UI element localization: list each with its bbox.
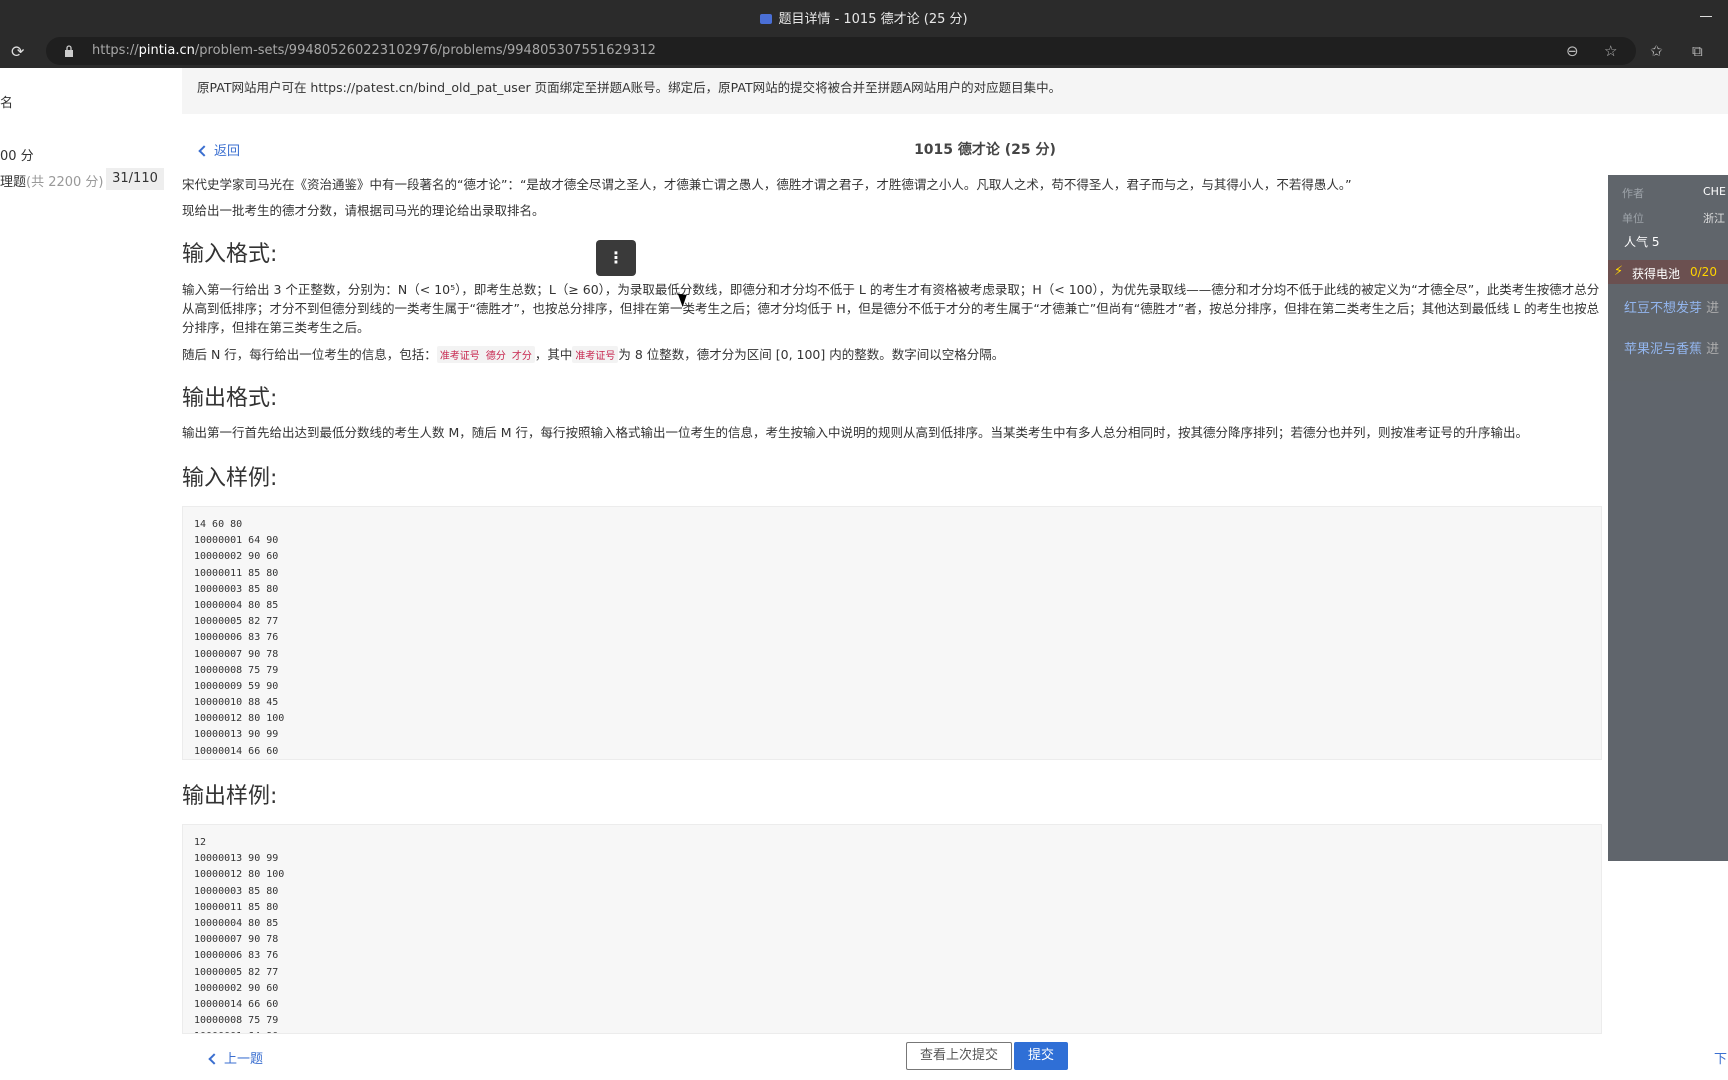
input-format-paragraph: 输入第一行给出 3 个正整数，分别为：N（< 10⁵），即考生总数；L（≥ 60…: [182, 282, 1600, 335]
user-link-2[interactable]: 苹果泥与香蕉 进: [1624, 338, 1719, 357]
code-line: 10000007 90 78: [194, 934, 279, 946]
code-line: 10000014 66 60: [194, 998, 279, 1010]
problem-set-item[interactable]: 理题(共 2200 分): [0, 171, 104, 190]
progress-badge: 31/110: [106, 168, 164, 190]
unit-label: 单位: [1622, 212, 1644, 225]
input-format-paragraph-2: 随后 N 行，每行给出一位考生的信息，包括： 准考证号 德分 才分 ，其中 准考证号为…: [182, 346, 1005, 363]
rank-label: 名: [0, 96, 14, 111]
battery-value: 0/20: [1690, 265, 1717, 279]
code-line: 10000004 80 85: [194, 917, 279, 929]
notice-banner: 原PAT网站用户可在 https://patest.cn/bind_old_pa…: [182, 68, 1728, 114]
sample-input-block[interactable]: 14 60 80 10000001 64 90 10000002 90 60 1000…: [182, 506, 1602, 760]
battery-reward[interactable]: ⚡ 获得电池 0/20: [1608, 260, 1728, 284]
collections-icon[interactable]: ⧉: [1692, 42, 1703, 60]
chevron-left-icon: [208, 1053, 220, 1065]
more-options-icon[interactable]: ⋮: [596, 240, 636, 276]
problems-label: 理题: [0, 175, 27, 190]
code-line: 10000006 83 76: [194, 632, 279, 644]
code-line: 10000001 64 90: [194, 535, 279, 547]
window-title: 题目详情 - 1015 德才论 (25 分): [0, 8, 1728, 27]
intro-paragraph-2: 现给出一批考生的德才分数，请根据司马光的理论给出录取排名。: [182, 203, 545, 218]
code-line: 10000002 90 60: [194, 551, 279, 563]
chevron-left-icon: [198, 145, 210, 157]
code-line: 10000013 90 99: [194, 853, 279, 865]
favorites-icon[interactable]: ✩: [1650, 42, 1663, 60]
code-line: 10000008 75 79: [194, 1015, 279, 1027]
sample-output-block[interactable]: 12 10000013 90 99 10000012 80 100 10000003 …: [182, 824, 1602, 1034]
code-line: 10000012 80 100: [194, 713, 285, 725]
code-line: 10000014 66 60: [194, 745, 279, 757]
inline-code: 准考证号: [572, 346, 619, 363]
code-line: 10000010 88 45: [194, 697, 279, 709]
zoom-out-icon[interactable]: ⊖: [1566, 42, 1579, 60]
code-line: 10000004 80 85: [194, 599, 279, 611]
prev-label: 上一题: [224, 1052, 264, 1067]
previous-problem-link[interactable]: 上一题: [208, 1048, 264, 1067]
lightning-icon: ⚡: [1614, 264, 1624, 279]
url-text[interactable]: https://pintia.cn/problem-sets/994805260…: [92, 43, 656, 58]
add-favorite-icon[interactable]: ☆: [1604, 42, 1617, 60]
user-link-1[interactable]: 红豆不想发芽 进: [1624, 297, 1719, 316]
code-line: 10000012 80 100: [194, 869, 285, 881]
problems-total: (共 2200 分): [26, 175, 104, 190]
problem-title: 1015 德才论 (25 分): [914, 142, 1056, 158]
code-line: 12: [194, 837, 207, 848]
notice-text: 原PAT网站用户可在 https://patest.cn/bind_old_pa…: [197, 80, 1062, 95]
code-line: 10000003 85 80: [194, 583, 279, 595]
lock-icon: [65, 45, 73, 57]
output-format-heading: 输出格式:: [182, 386, 278, 411]
code-line: 10000003 85 80: [194, 885, 279, 897]
code-line: 10000013 90 99: [194, 729, 279, 741]
code-line: 10000009 59 90: [194, 680, 279, 692]
refresh-icon[interactable]: ⟳: [11, 42, 29, 61]
sample-input-heading: 输入样例:: [182, 466, 278, 491]
view-last-submission-button[interactable]: 查看上次提交: [906, 1042, 1012, 1070]
back-link[interactable]: 返回: [198, 140, 241, 159]
code-line: 10000002 90 60: [194, 982, 279, 994]
code-line: 10000006 83 76: [194, 950, 279, 962]
minimize-icon[interactable]: [1700, 16, 1712, 17]
browser-title-bar: 题目详情 - 1015 德才论 (25 分): [0, 0, 1728, 34]
output-format-paragraph: 输出第一行首先给出达到最低分数线的考生人数 M，随后 M 行，每行按照输入格式输…: [182, 425, 1528, 440]
code-line: 10000008 75 79: [194, 664, 279, 676]
tab-title: 题目详情 - 1015 德才论 (25 分): [778, 12, 968, 27]
sample-output-heading: 输出样例:: [182, 784, 278, 809]
submit-button[interactable]: 提交: [1014, 1042, 1068, 1070]
code-line: 10000011 85 80: [194, 567, 279, 579]
battery-label: 获得电池: [1632, 267, 1681, 281]
intro-paragraph-1: 宋代史学家司马光在《资治通鉴》中有一段著名的“德才论”：“是故才德全尽谓之圣人，…: [182, 177, 1352, 192]
code-line: 10000005 82 77: [194, 966, 279, 978]
popularity: 人气 5: [1624, 235, 1660, 249]
code-line: 10000011 85 80: [194, 901, 279, 913]
author-value: CHE: [1703, 185, 1726, 198]
unit-value: 浙江: [1703, 212, 1725, 225]
input-format-heading: 输入格式:: [182, 242, 278, 267]
next-problem-link[interactable]: 下: [1714, 1048, 1727, 1067]
score-text: 00 分: [0, 149, 34, 164]
left-sidebar: 名 00 分 理题(共 2200 分): [0, 68, 168, 1068]
site-favicon-icon: [760, 14, 773, 24]
code-line: 14 60 80: [194, 519, 243, 530]
code-line: 10000007 90 78: [194, 648, 279, 660]
inline-code: 准考证号 德分 才分: [436, 346, 535, 363]
author-label: 作者: [1622, 187, 1644, 200]
back-label: 返回: [214, 144, 241, 159]
address-bar: ⟳ https://pintia.cn/problem-sets/9948052…: [0, 34, 1728, 68]
code-line: 10000005 82 77: [194, 616, 279, 628]
